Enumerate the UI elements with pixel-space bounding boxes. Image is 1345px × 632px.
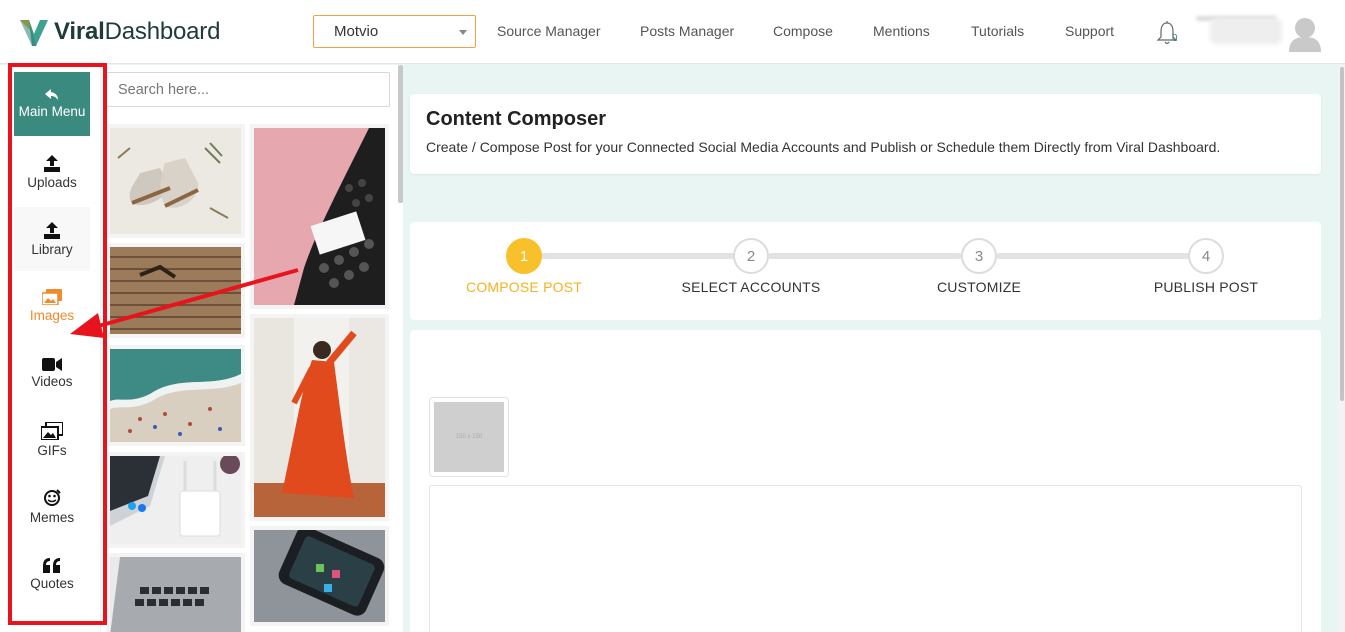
laptop-keyboard-image [110,557,241,632]
nav-source-manager[interactable]: Source Manager [497,23,601,39]
nav-posts-manager[interactable]: Posts Manager [640,23,734,39]
composer-header-card: Content Composer Create / Compose Post f… [410,94,1321,174]
gif-icon [41,422,63,440]
workspace-select-value: Motvio [334,23,379,40]
image-thumbnail[interactable] [250,526,389,626]
images-icon [42,289,62,305]
user-info-blurred [1210,18,1282,44]
step-connector [768,253,962,259]
sidebar-item-library[interactable]: Library [14,207,90,271]
image-thumbnail[interactable] [106,124,245,238]
step-3-circle[interactable]: 3 [961,238,997,274]
page-scrollbar[interactable] [1340,67,1344,401]
page-subtitle: Create / Compose Post for your Connected… [426,139,1221,155]
sidebar-item-label: Quotes [30,575,74,591]
sidebar-item-label: Main Menu [18,104,86,119]
step-3-label: CUSTOMIZE [937,279,1021,295]
quote-icon [43,557,60,573]
step-2-label: SELECT ACCOUNTS [681,279,821,295]
brand-name: ViralDashboard [54,18,221,45]
sidebar-item-label: Memes [29,510,75,525]
step-4-circle[interactable]: 4 [1188,238,1224,274]
post-text-area[interactable] [429,485,1302,632]
beach-aerial-image [110,349,241,442]
sidebar-item-images[interactable]: Images [14,274,90,338]
nav-tutorials[interactable]: Tutorials [971,23,1024,39]
media-search-input[interactable] [106,72,390,107]
nav-compose[interactable]: Compose [773,23,833,39]
typewriter-image [254,128,385,305]
nav-mentions[interactable]: Mentions [873,23,930,39]
orange-outfit-woman-image [254,318,385,517]
step-connector [996,253,1190,259]
viral-logo-icon [20,20,48,46]
upload-icon [44,221,60,239]
sidebar-item-label: Uploads [27,174,77,190]
smartphone-image [254,530,385,622]
top-bar: ViralDashboard Motvio Source Manager Pos… [0,0,1345,64]
wicker-texture-image [110,247,241,334]
sidebar-item-label: Images [29,308,75,323]
video-camera-icon [42,357,62,371]
image-thumbnail[interactable] [106,553,245,632]
step-1-circle[interactable]: 1 [506,238,542,274]
meme-icon [44,489,61,506]
sidebar-item-videos[interactable]: Videos [14,341,90,405]
step-1-label: COMPOSE POST [466,279,582,295]
sidebar-item-label: Videos [31,373,73,389]
sidebar-item-label: Library [31,241,73,257]
step-connector [540,253,740,259]
brand-logo[interactable]: ViralDashboard [18,16,220,48]
notification-count: 0 [1172,33,1178,44]
media-placeholder[interactable]: 150 x 150 [429,397,509,477]
sidebar-item-main-menu[interactable]: Main Menu [14,72,90,136]
image-thumbnail[interactable] [106,345,245,446]
workspace-select[interactable]: Motvio [313,15,476,48]
sidebar-item-label: GIFs [37,443,67,458]
nav-support[interactable]: Support [1065,23,1114,39]
composer-stepper: 1 2 3 4 COMPOSE POST SELECT ACCOUNTS CUS… [410,222,1321,320]
image-thumbnail[interactable] [250,314,389,521]
sneakers-image [110,128,241,234]
sidebar-item-uploads[interactable]: Uploads [14,140,90,204]
image-thumbnail[interactable] [250,124,389,309]
sidebar-item-memes[interactable]: Memes [14,475,90,539]
step-2-circle[interactable]: 2 [733,238,769,274]
page-title: Content Composer [426,108,606,130]
avatar-icon[interactable] [1288,16,1322,52]
back-arrow-icon [45,89,58,100]
laptop-router-image [110,456,241,544]
sidebar-item-gifs[interactable]: GIFs [14,408,90,472]
caret-down-icon [459,30,467,35]
upload-icon [44,154,60,172]
media-sidebar: Main Menu Uploads Library Images Videos … [0,65,100,632]
image-thumbnail[interactable] [106,243,245,338]
step-4-label: PUBLISH POST [1153,279,1259,295]
image-thumbnail[interactable] [106,452,245,548]
placeholder-image: 150 x 150 [434,402,504,472]
media-panel-scrollbar[interactable] [398,65,403,203]
sidebar-item-quotes[interactable]: Quotes [14,542,90,606]
